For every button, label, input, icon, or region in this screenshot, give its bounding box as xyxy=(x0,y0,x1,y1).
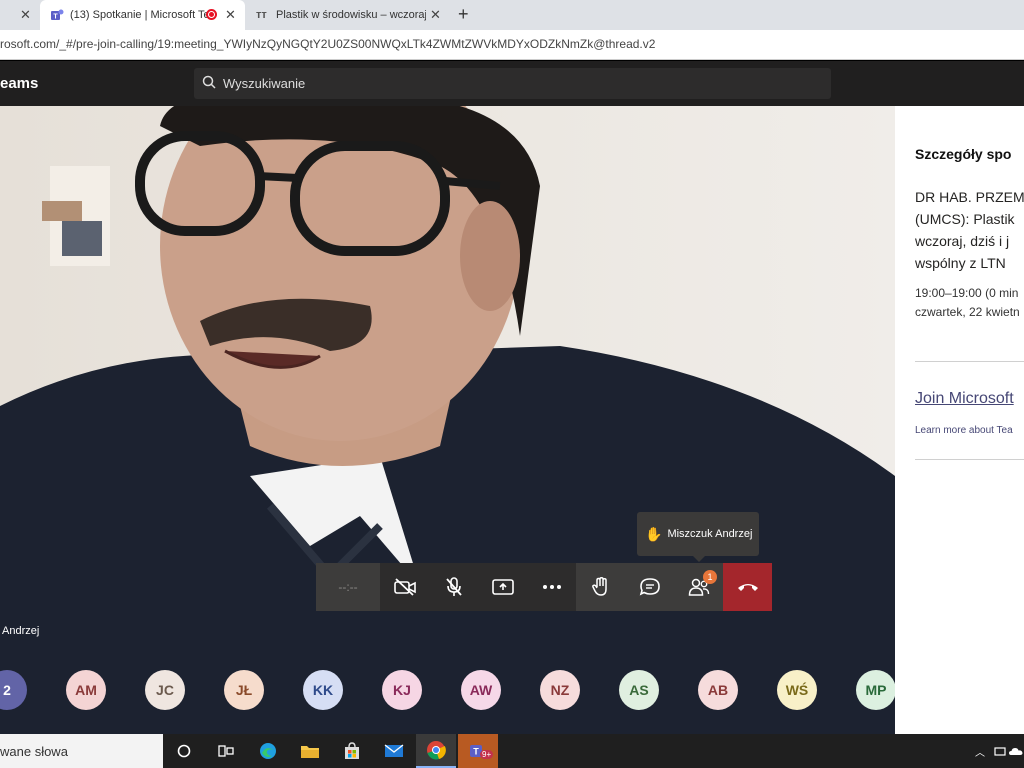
more-icon xyxy=(542,585,561,589)
participant-avatar[interactable]: JŁ xyxy=(224,670,264,710)
main-video-feed: Andrzej xyxy=(0,106,895,734)
network-icon[interactable] xyxy=(992,734,1008,768)
taskbar-search-text: wane słowa xyxy=(0,743,68,759)
svg-text:T: T xyxy=(473,747,479,757)
raised-hand-icon: ✋ xyxy=(645,525,663,542)
meeting-time: 19:00–19:00 (0 min czwartek, 22 kwietn xyxy=(915,284,1020,322)
participants-badge: 1 xyxy=(703,570,717,584)
file-explorer-icon[interactable] xyxy=(290,734,330,768)
teams-header: eams Wyszukiwanie xyxy=(0,61,1024,106)
camera-off-button[interactable] xyxy=(380,563,429,611)
participant-avatar[interactable]: KJ xyxy=(382,670,422,710)
chrome-icon[interactable] xyxy=(416,734,456,768)
raised-hand-tooltip: ✋ Miszczuk Andrzej xyxy=(637,512,759,562)
tab-title: Plastik w środowisku – wczoraj, d xyxy=(276,9,426,21)
description-line: (UMCS): Plastik xyxy=(915,211,1015,227)
new-tab-icon[interactable]: + xyxy=(458,4,469,25)
learn-more-link[interactable]: Learn more about Tea xyxy=(915,425,1013,436)
url-text: rosoft.com/_#/pre-join-calling/19:meetin… xyxy=(0,37,656,51)
participant-avatar[interactable]: AS xyxy=(619,670,659,710)
teams-notification-badge: 9+ xyxy=(480,750,494,759)
store-icon[interactable] xyxy=(332,734,372,768)
search-input[interactable]: Wyszukiwanie xyxy=(194,68,831,99)
app-title: eams xyxy=(0,75,39,92)
windows-taskbar: wane słowa T 9+ ︿ xyxy=(0,734,1024,768)
camera-off-icon xyxy=(393,578,416,596)
tab-title: (13) Spotkanie | Microsoft Te xyxy=(70,9,210,21)
mute-button[interactable] xyxy=(429,563,478,611)
more-actions-button[interactable] xyxy=(527,563,576,611)
participant-avatar[interactable]: AB xyxy=(698,670,738,710)
chat-icon xyxy=(639,578,660,596)
panel-title: Szczegóły spo xyxy=(915,146,1012,162)
description-line: wspólny z LTN xyxy=(915,255,1006,271)
task-view-icon[interactable] xyxy=(206,734,246,768)
chevron-up-icon[interactable]: ︿ xyxy=(970,734,990,768)
address-bar[interactable]: rosoft.com/_#/pre-join-calling/19:meetin… xyxy=(0,30,1024,60)
page-favicon-icon: ᴛᴛ xyxy=(256,9,267,21)
chat-button[interactable] xyxy=(625,563,674,611)
edge-browser-icon[interactable] xyxy=(248,734,288,768)
speaker-video-image xyxy=(0,106,895,734)
browser-tab-plastik[interactable]: ᴛᴛ Plastik w środowisku – wczoraj, d ✕ xyxy=(246,0,450,30)
raise-hand-button[interactable] xyxy=(576,563,625,611)
meeting-details-panel: Szczegóły spo DR HAB. PRZEM (UMCS): Plas… xyxy=(895,106,1024,734)
mic-off-icon xyxy=(445,577,462,596)
divider xyxy=(915,459,1024,460)
meeting-control-bar: --:-- 1 xyxy=(316,563,772,611)
teams-taskbar-icon[interactable]: T 9+ xyxy=(458,734,498,768)
browser-tab-teams[interactable]: T (13) Spotkanie | Microsoft Te ✕ xyxy=(40,0,245,30)
meeting-date: czwartek, 22 kwietn xyxy=(915,305,1020,319)
participant-avatar[interactable]: JC xyxy=(145,670,185,710)
join-link[interactable]: Join Microsoft xyxy=(915,390,1014,408)
participant-avatar[interactable]: KK xyxy=(303,670,343,710)
tooltip-text: Miszczuk Andrzej xyxy=(667,528,753,540)
description-line: wczoraj, dziś i j xyxy=(915,233,1010,249)
svg-text:T: T xyxy=(53,14,58,21)
close-tab-icon[interactable]: ✕ xyxy=(430,7,441,23)
participant-avatar[interactable]: NZ xyxy=(540,670,580,710)
cortana-icon[interactable] xyxy=(164,734,204,768)
close-tab-icon[interactable]: ✕ xyxy=(225,7,236,23)
description-line: DR HAB. PRZEM xyxy=(915,189,1024,205)
search-placeholder: Wyszukiwanie xyxy=(223,76,306,91)
divider xyxy=(915,361,1024,362)
close-tab-icon[interactable]: ✕ xyxy=(20,7,31,23)
share-screen-button[interactable] xyxy=(478,563,527,611)
participant-avatar[interactable]: WŚ xyxy=(777,670,817,710)
mail-icon[interactable] xyxy=(374,734,414,768)
participant-avatar[interactable]: AM xyxy=(66,670,106,710)
hand-icon xyxy=(591,577,607,596)
teams-favicon-icon: T xyxy=(50,8,64,25)
participants-button[interactable]: 1 xyxy=(674,563,723,611)
speaker-name-label: Andrzej xyxy=(2,625,40,637)
participant-avatar[interactable]: AW xyxy=(461,670,501,710)
time-range: 19:00–19:00 (0 min xyxy=(915,286,1019,300)
browser-tab-bar: ✕ T (13) Spotkanie | Microsoft Te ✕ ᴛᴛ P… xyxy=(0,0,1024,30)
hang-up-icon xyxy=(737,584,758,591)
share-screen-icon xyxy=(491,579,514,595)
meeting-description: DR HAB. PRZEM (UMCS): Plastik wczoraj, d… xyxy=(915,186,1024,274)
participant-avatar[interactable]: MP xyxy=(856,670,896,710)
browser-tab-partial[interactable]: ✕ xyxy=(0,0,40,30)
search-icon xyxy=(202,75,223,92)
recording-icon xyxy=(206,9,217,20)
meeting-timer: --:-- xyxy=(316,563,380,611)
taskbar-search-box[interactable]: wane słowa xyxy=(0,734,163,768)
onedrive-icon[interactable] xyxy=(1008,734,1024,768)
hang-up-button[interactable] xyxy=(723,563,772,611)
